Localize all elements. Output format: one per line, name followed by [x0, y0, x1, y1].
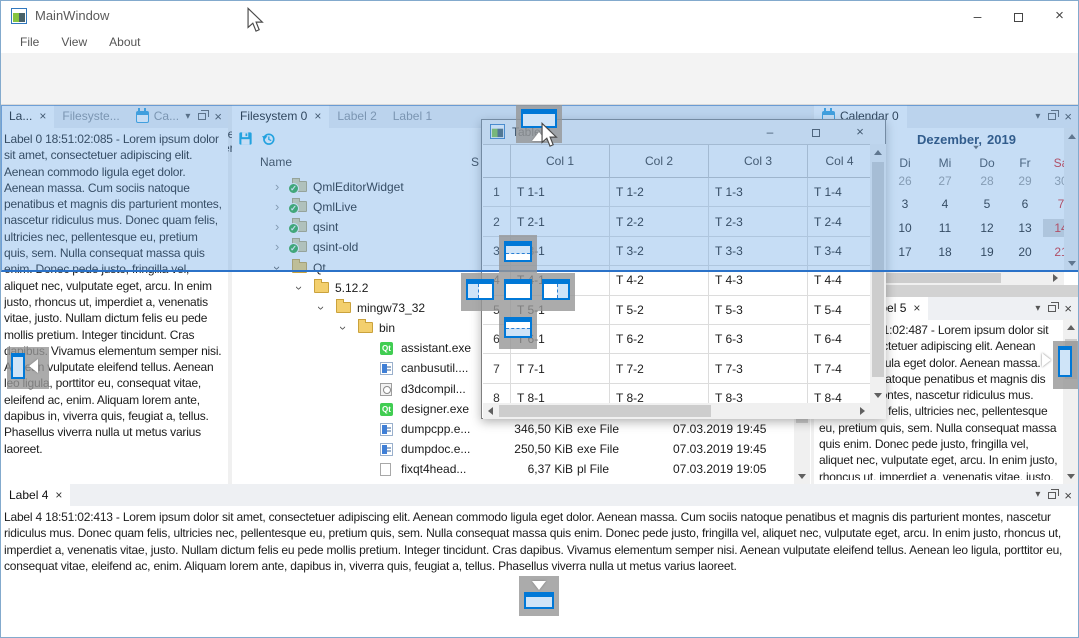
- file-type: exe File: [577, 419, 619, 439]
- tree-item-label: designer.exe: [401, 399, 469, 419]
- file-size: 6,37 KiB: [483, 459, 573, 479]
- folder-icon: [314, 282, 329, 293]
- qt-exe-icon: Qt: [380, 342, 393, 355]
- tree-item-label: bin: [379, 318, 395, 338]
- file-size: 250,50 KiB: [483, 439, 573, 459]
- tree-item-label: 5.12.2: [335, 278, 368, 298]
- expander-icon[interactable]: ›: [333, 326, 353, 330]
- mouse-cursor: [247, 7, 265, 33]
- expander-icon[interactable]: ›: [311, 306, 331, 310]
- drop-indicator-edge-bottom[interactable]: [519, 576, 559, 616]
- table-cell[interactable]: T 7-4: [808, 354, 870, 383]
- dock-float-button[interactable]: [1048, 492, 1056, 499]
- file-size: 346,50 KiB: [483, 419, 573, 439]
- tree-item-label: mingw73_32: [357, 298, 425, 318]
- win-exe-icon: [380, 423, 393, 436]
- file-type: pl File: [577, 459, 609, 479]
- table-row-header[interactable]: 7: [483, 354, 511, 383]
- table-cell[interactable]: T 6-3: [709, 325, 808, 354]
- drag-cursor: [541, 122, 559, 148]
- tree-item-label: dumpdoc.e...: [401, 439, 470, 459]
- tree-item[interactable]: fixqt4head... 6,37 KiBpl File 07.03.2019 1…: [232, 459, 811, 479]
- dll-icon: [380, 383, 392, 396]
- label4-dock-buttons: ▾ ×: [1035, 484, 1072, 506]
- drop-indicator-edge-left[interactable]: [7, 347, 49, 389]
- table-cell[interactable]: T 5-2: [610, 296, 709, 325]
- qt-exe-icon: Qt: [380, 403, 393, 416]
- win-exe-icon: [380, 443, 393, 456]
- table-cell[interactable]: T 5-3: [709, 296, 808, 325]
- drop-indicator-right[interactable]: [537, 273, 575, 311]
- scroll-left-icon[interactable]: [488, 407, 493, 415]
- table-horizontal-scrollbar[interactable]: [483, 403, 870, 419]
- table-cell[interactable]: T 6-2: [610, 325, 709, 354]
- tree-item-label: d3dcompil...: [401, 379, 466, 399]
- dock-menu-button[interactable]: ▾: [1035, 304, 1040, 314]
- file-type: exe File: [577, 439, 619, 459]
- drop-indicator-top[interactable]: [499, 235, 537, 273]
- file-icon: [380, 463, 391, 476]
- folder-icon: [358, 322, 373, 333]
- tree-item-label: assistant.exe: [401, 338, 471, 358]
- drop-indicator-left[interactable]: [461, 273, 499, 311]
- maximize-button[interactable]: [998, 1, 1039, 31]
- dock-close-button[interactable]: ×: [1064, 301, 1072, 316]
- menu-file[interactable]: File: [9, 31, 50, 53]
- table-cell[interactable]: T 8-3: [709, 384, 808, 403]
- file-date: 07.03.2019 19:45: [673, 439, 766, 459]
- arrow-left-icon: [29, 359, 38, 373]
- table-cell[interactable]: T 8-1: [511, 384, 610, 403]
- app-icon: [11, 8, 27, 24]
- main-window: MainWindow – × File View About Save Stat…: [0, 0, 1079, 638]
- minimize-button[interactable]: –: [957, 1, 998, 31]
- folder-icon: [336, 302, 351, 313]
- scroll-down-icon[interactable]: [874, 393, 882, 398]
- tab-close-icon[interactable]: ×: [55, 484, 62, 507]
- maximize-icon: [1014, 13, 1023, 22]
- arrow-right-icon: [1042, 353, 1051, 367]
- tab-close-icon[interactable]: ×: [913, 297, 920, 320]
- arrow-down-icon: [532, 581, 546, 590]
- close-button[interactable]: ×: [1039, 1, 1079, 31]
- label4-tab-bar: Label 4×: [1, 484, 1079, 506]
- scroll-right-icon[interactable]: [1053, 274, 1058, 282]
- title-bar[interactable]: MainWindow – ×: [1, 1, 1078, 31]
- tree-item-label: dumpcpp.e...: [401, 419, 470, 439]
- file-date: 07.03.2019 19:45: [673, 419, 766, 439]
- scroll-right-icon[interactable]: [860, 407, 865, 415]
- scroll-down-icon[interactable]: [798, 474, 806, 479]
- tree-item-label: fixqt4head...: [401, 459, 466, 479]
- tab-label4[interactable]: Label 4×: [1, 484, 70, 506]
- table-cell[interactable]: T 7-1: [511, 354, 610, 383]
- tree-item-label: canbusutil....: [401, 358, 468, 378]
- table-cell[interactable]: T 7-2: [610, 354, 709, 383]
- scroll-down-icon[interactable]: [1067, 474, 1075, 479]
- drop-indicator-bottom[interactable]: [499, 311, 537, 349]
- expander-icon[interactable]: ›: [289, 286, 309, 290]
- scrollbar-corner: [870, 403, 886, 419]
- table-cell[interactable]: T 8-4: [808, 384, 870, 403]
- menu-about[interactable]: About: [98, 31, 151, 53]
- menu-bar: File View About: [1, 31, 1078, 53]
- drop-indicator-edge-right[interactable]: [1053, 341, 1079, 389]
- label5-dock-buttons: ▾ ×: [1035, 297, 1072, 320]
- menu-view[interactable]: View: [50, 31, 98, 53]
- table-row-header[interactable]: 8: [483, 384, 511, 403]
- table-cell[interactable]: T 7-3: [709, 354, 808, 383]
- dock-menu-button[interactable]: ▾: [1035, 490, 1040, 500]
- table-hscrollbar-thumb[interactable]: [499, 405, 711, 417]
- file-date: 07.03.2019 19:05: [673, 459, 766, 479]
- table-cell[interactable]: T 6-4: [808, 325, 870, 354]
- dock-close-button[interactable]: ×: [1064, 488, 1072, 503]
- window-title: MainWindow: [35, 1, 109, 31]
- dock-float-button[interactable]: [1048, 305, 1056, 312]
- drop-indicator-center[interactable]: [499, 273, 537, 311]
- table-cell[interactable]: T 5-4: [808, 296, 870, 325]
- table-cell[interactable]: T 8-2: [610, 384, 709, 403]
- tree-item[interactable]: dumpcpp.e... 346,50 KiBexe File 07.03.2019…: [232, 419, 811, 439]
- tree-item[interactable]: dumpdoc.e... 250,50 KiBexe File 07.03.2019…: [232, 439, 811, 459]
- win-exe-icon: [380, 362, 393, 375]
- toolbar: Save State Restore State test1 Create Pe…: [1, 53, 1078, 105]
- scroll-up-icon[interactable]: [1067, 325, 1075, 330]
